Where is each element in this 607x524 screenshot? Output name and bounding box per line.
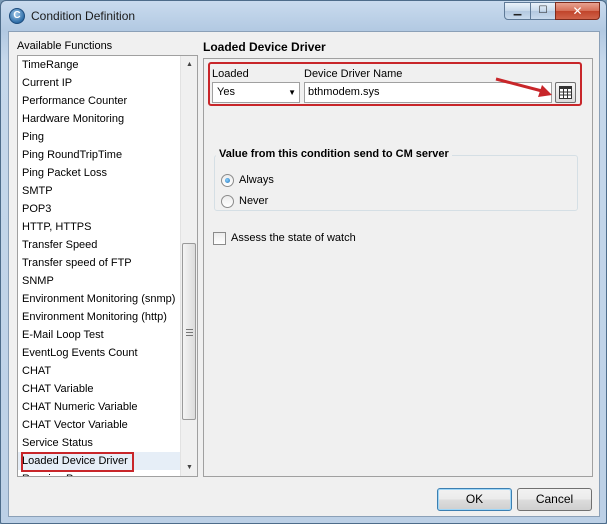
driver-name-label: Device Driver Name	[304, 68, 403, 80]
list-item[interactable]: Current IP	[18, 74, 197, 92]
dialog-client-area: Available Functions TimeRange Current IP P…	[8, 31, 600, 517]
condition-title: Loaded Device Driver	[203, 40, 326, 54]
scrollbar-thumb[interactable]	[182, 243, 196, 420]
maximize-button[interactable]: ☐	[530, 2, 556, 20]
list-item[interactable]: Transfer Speed	[18, 236, 197, 254]
minimize-icon: ▁	[513, 5, 522, 16]
dropdown-arrow-icon: ▼	[288, 88, 296, 97]
list-item[interactable]: Ping	[18, 128, 197, 146]
list-item[interactable]: Transfer speed of FTP	[18, 254, 197, 272]
cancel-button[interactable]: Cancel	[517, 488, 592, 511]
list-item[interactable]: Ping RoundTripTime	[18, 146, 197, 164]
ok-button[interactable]: OK	[437, 488, 512, 511]
minimize-button[interactable]: ▁	[504, 2, 531, 20]
list-item[interactable]: CHAT Numeric Variable	[18, 398, 197, 416]
loaded-select-value: Yes	[217, 86, 235, 98]
close-icon: ✕	[572, 4, 583, 18]
functions-listbox[interactable]: TimeRange Current IP Performance Counter Ha…	[17, 55, 198, 477]
scroll-up-arrow-icon[interactable]: ▲	[181, 56, 197, 73]
condition-settings-panel: Loaded Device Driver Name Yes ▼ bthmodem…	[203, 58, 593, 477]
loaded-label: Loaded	[212, 68, 249, 80]
table-icon	[559, 86, 572, 99]
list-item[interactable]: CHAT	[18, 362, 197, 380]
assess-state-label[interactable]: Assess the state of watch	[231, 232, 356, 244]
list-item[interactable]: CHAT Vector Variable	[18, 416, 197, 434]
list-item[interactable]: Environment Monitoring (http)	[18, 308, 197, 326]
list-item[interactable]: CHAT Variable	[18, 380, 197, 398]
browse-driver-button[interactable]	[555, 82, 576, 103]
list-item[interactable]: E-Mail Loop Test	[18, 326, 197, 344]
selected-item-annotation	[21, 452, 134, 472]
list-item[interactable]: POP3	[18, 200, 197, 218]
list-item[interactable]: Ping Packet Loss	[18, 164, 197, 182]
list-item[interactable]: Hardware Monitoring	[18, 110, 197, 128]
title-bar[interactable]: C Condition Definition ▁ ☐ ✕	[1, 1, 606, 31]
list-item[interactable]: Performance Counter	[18, 92, 197, 110]
close-button[interactable]: ✕	[555, 2, 600, 20]
list-item[interactable]: EventLog Events Count	[18, 344, 197, 362]
maximize-icon: ☐	[538, 5, 548, 16]
annotation-arrow-icon	[495, 77, 552, 97]
list-item[interactable]: HTTP, HTTPS	[18, 218, 197, 236]
radio-always[interactable]	[221, 174, 234, 187]
app-logo-icon: C	[9, 8, 25, 24]
condition-definition-window: C Condition Definition ▁ ☐ ✕ Available F…	[0, 0, 607, 524]
grip-icon	[186, 329, 193, 336]
list-item[interactable]: SMTP	[18, 182, 197, 200]
radio-never-label[interactable]: Never	[239, 195, 268, 207]
list-item[interactable]: Service Status	[18, 434, 197, 452]
radio-always-label[interactable]: Always	[239, 174, 274, 186]
list-item[interactable]: TimeRange	[18, 56, 197, 74]
assess-state-checkbox[interactable]	[213, 232, 226, 245]
scroll-down-arrow-icon[interactable]: ▼	[181, 459, 197, 476]
list-item[interactable]: Environment Monitoring (snmp)	[18, 290, 197, 308]
list-item[interactable]: SNMP	[18, 272, 197, 290]
functions-list: TimeRange Current IP Performance Counter Ha…	[18, 56, 197, 476]
send-value-group-title: Value from this condition send to CM ser…	[216, 148, 452, 160]
list-scrollbar[interactable]: ▲ ▼	[180, 56, 197, 476]
available-functions-label: Available Functions	[17, 40, 113, 52]
window-title: Condition Definition	[31, 9, 136, 23]
radio-never[interactable]	[221, 195, 234, 208]
loaded-select[interactable]: Yes ▼	[212, 82, 300, 103]
